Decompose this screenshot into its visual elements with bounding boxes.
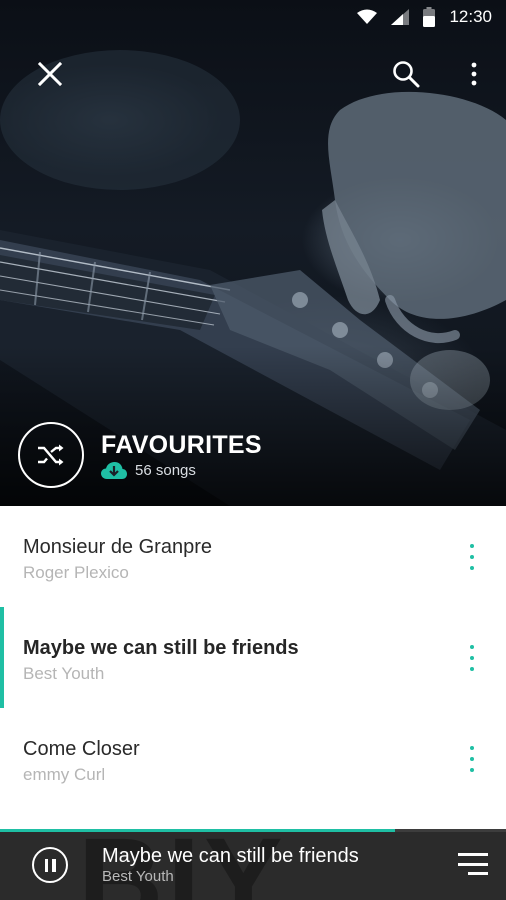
- pause-icon-bar: [52, 858, 56, 872]
- close-button[interactable]: [28, 52, 72, 96]
- song-title: Monsieur de Granpre: [23, 536, 212, 558]
- battery-icon: [423, 7, 436, 27]
- app-screen: 12:30 FAVOURITES 56 songs Monsieur de Gr…: [0, 0, 506, 900]
- search-icon: [393, 61, 420, 88]
- queue-button[interactable]: [458, 853, 488, 875]
- queue-icon-line: [458, 853, 488, 856]
- dot: [470, 757, 474, 761]
- dot: [470, 667, 474, 671]
- song-text: Come Closer emmy Curl: [23, 736, 140, 785]
- playlist-count-row: 56 songs: [101, 461, 262, 480]
- dot: [470, 566, 474, 570]
- queue-icon-line: [468, 872, 488, 875]
- dot: [470, 768, 474, 772]
- dot: [470, 746, 474, 750]
- song-options-button[interactable]: [460, 542, 484, 572]
- close-icon: [38, 62, 62, 86]
- queue-icon-line: [458, 862, 488, 866]
- song-title: Maybe we can still be friends: [23, 637, 299, 659]
- more-options-button[interactable]: [452, 52, 496, 96]
- song-title: Come Closer: [23, 738, 140, 760]
- song-options-button[interactable]: [460, 643, 484, 673]
- now-playing-artist: Best Youth: [102, 868, 174, 885]
- dot: [470, 645, 474, 649]
- shuffle-button[interactable]: [18, 422, 84, 488]
- song-artist: emmy Curl: [23, 765, 106, 784]
- top-action-bar: [0, 52, 506, 96]
- song-text: Monsieur de Granpre Roger Plexico: [23, 534, 212, 583]
- cell-signal-icon: [391, 9, 410, 25]
- wifi-icon: [357, 9, 378, 25]
- status-time: 12:30: [449, 7, 492, 26]
- now-playing-text: Maybe we can still be friends Best Youth: [102, 844, 359, 886]
- dot: [470, 555, 474, 559]
- song-row[interactable]: Come Closer emmy Curl: [0, 708, 506, 809]
- playlist-meta: FAVOURITES 56 songs: [101, 431, 262, 480]
- status-bar: 12:30: [0, 0, 506, 34]
- song-row-active[interactable]: Maybe we can still be friends Best Youth: [0, 607, 506, 708]
- cloud-download-icon: [101, 461, 127, 479]
- dot: [470, 544, 474, 548]
- search-button[interactable]: [384, 52, 428, 96]
- song-list: Monsieur de Granpre Roger Plexico Maybe …: [0, 506, 506, 809]
- song-artist: Roger Plexico: [23, 563, 129, 582]
- song-artist: Best Youth: [23, 664, 105, 683]
- song-count: 56 songs: [135, 462, 196, 479]
- now-playing-title: Maybe we can still be friends: [102, 845, 359, 867]
- playlist-cover: 12:30 FAVOURITES 56 songs: [0, 0, 506, 506]
- shuffle-icon: [38, 444, 64, 466]
- song-row[interactable]: Monsieur de Granpre Roger Plexico: [0, 506, 506, 607]
- dot: [470, 656, 474, 660]
- pause-icon-bar: [44, 858, 48, 872]
- song-text: Maybe we can still be friends Best Youth: [23, 635, 299, 684]
- playlist-header: FAVOURITES 56 songs: [18, 422, 262, 488]
- pause-button[interactable]: [32, 847, 68, 883]
- now-playing-bar[interactable]: BIY Maybe we can still be friends Best Y…: [0, 829, 506, 900]
- more-vert-icon: [471, 62, 477, 86]
- song-options-button[interactable]: [460, 744, 484, 774]
- playlist-title: FAVOURITES: [101, 430, 262, 459]
